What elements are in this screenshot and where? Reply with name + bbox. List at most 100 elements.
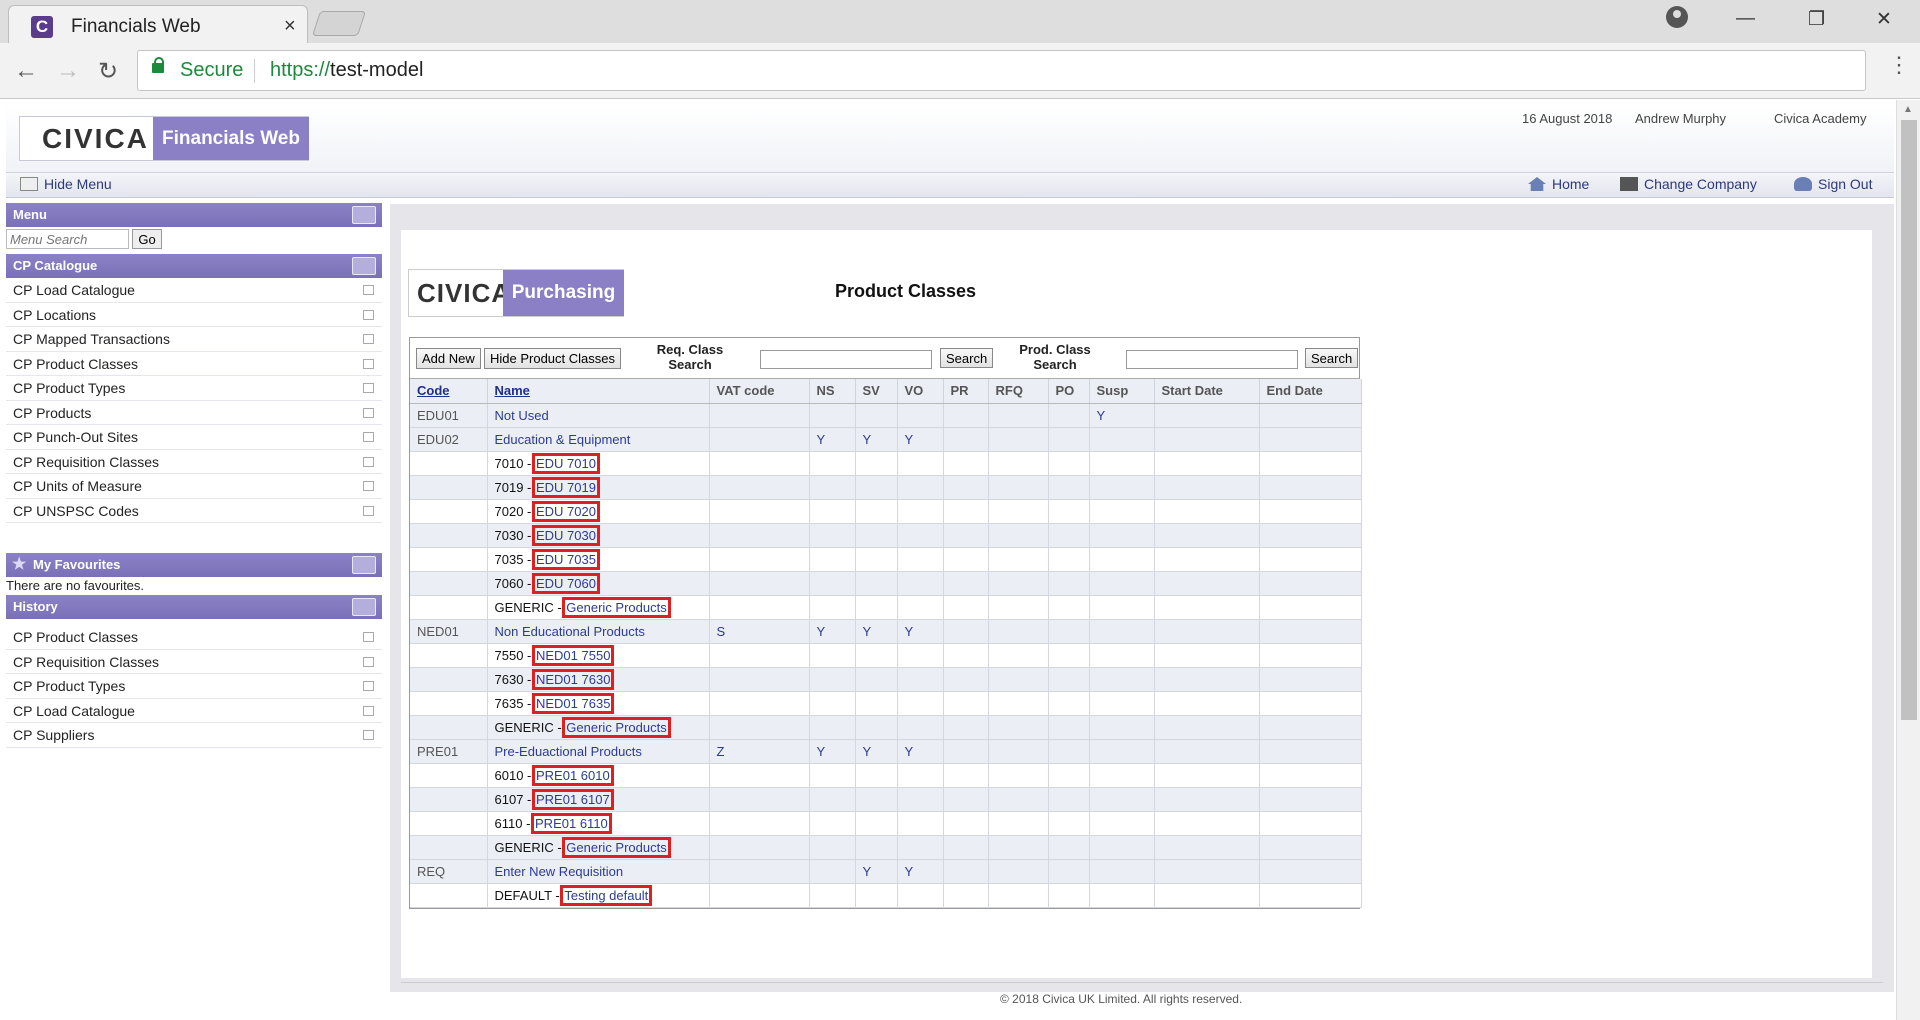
page-scrollbar[interactable]: ▲ xyxy=(1896,100,1920,1020)
product-type-link[interactable]: EDU 7035 xyxy=(531,548,600,570)
open-external-icon[interactable] xyxy=(363,334,374,344)
prod-class-search-button[interactable]: Search xyxy=(1305,348,1359,368)
product-type-link[interactable]: PRE01 6110 xyxy=(531,812,612,834)
menu-item[interactable]: CP UNSPSC Codes xyxy=(6,499,382,523)
product-type-link[interactable]: EDU 7020 xyxy=(531,500,600,522)
class-name-link[interactable]: Education & Equipment xyxy=(495,432,631,447)
product-type-link[interactable]: NED01 7635 xyxy=(531,692,615,714)
product-type-link[interactable]: PRE01 6010 xyxy=(531,764,614,786)
change-company-button[interactable]: Change Company xyxy=(1620,176,1757,192)
new-tab-button[interactable] xyxy=(311,11,367,36)
column-header[interactable]: Code xyxy=(410,379,488,404)
value-cell xyxy=(897,571,944,596)
class-name-link[interactable]: Enter New Requisition xyxy=(495,864,624,879)
open-external-icon[interactable] xyxy=(363,505,374,516)
menu-item[interactable]: CP Products xyxy=(6,401,382,425)
panel-toggle-icon[interactable] xyxy=(352,598,376,616)
catalogue-panel-header[interactable]: CP Catalogue xyxy=(6,254,382,278)
class-name-link[interactable]: Pre-Eduactional Products xyxy=(495,744,642,759)
open-external-icon[interactable] xyxy=(363,309,374,320)
history-panel-header[interactable]: History xyxy=(6,595,382,619)
menu-item[interactable]: CP Product Classes xyxy=(6,625,382,650)
sort-link[interactable]: Name xyxy=(495,383,530,398)
sort-link[interactable]: Code xyxy=(417,383,450,398)
close-icon[interactable]: ✕ xyxy=(1876,8,1892,31)
menu-item[interactable]: CP Load Catalogue xyxy=(6,278,382,303)
open-external-icon[interactable] xyxy=(363,285,374,295)
panel-toggle-icon[interactable] xyxy=(352,206,376,224)
open-external-icon[interactable] xyxy=(363,681,374,691)
menu-dots-icon[interactable]: ⋮ xyxy=(1888,54,1910,76)
menu-search-row: Go xyxy=(6,227,382,253)
menu-item[interactable]: CP Product Types xyxy=(6,674,382,699)
class-name-link[interactable]: Non Educational Products xyxy=(495,624,645,639)
hide-product-classes-button[interactable]: Hide Product Classes xyxy=(484,348,621,369)
restore-icon[interactable]: ❐ xyxy=(1808,8,1825,31)
minimize-icon[interactable]: — xyxy=(1736,8,1755,30)
value-cell xyxy=(1089,451,1155,476)
menu-item[interactable]: CP Suppliers xyxy=(6,723,382,748)
product-type-link[interactable]: EDU 7019 xyxy=(531,476,600,498)
open-external-icon[interactable] xyxy=(363,358,374,369)
class-name-link[interactable]: Not Used xyxy=(495,408,549,423)
menu-item[interactable]: CP Mapped Transactions xyxy=(6,327,382,352)
forward-arrow-icon[interactable]: → xyxy=(56,57,80,85)
open-external-icon[interactable] xyxy=(363,383,374,393)
favourites-title: My Favourites xyxy=(33,557,121,572)
prod-class-search-input[interactable] xyxy=(1126,350,1298,369)
menu-item[interactable]: CP Requisition Classes xyxy=(6,450,382,474)
menu-item[interactable]: CP Units of Measure xyxy=(6,474,382,499)
product-type-link[interactable]: NED01 7630 xyxy=(531,668,615,690)
address-bar[interactable]: Secure https://test-model ⚲ ☆ xyxy=(137,50,1866,91)
tab-close-icon[interactable]: × xyxy=(284,15,296,38)
menu-search-input[interactable] xyxy=(6,229,129,249)
value-cell xyxy=(1048,523,1090,548)
back-arrow-icon[interactable]: ← xyxy=(14,57,38,85)
open-external-icon[interactable] xyxy=(363,656,374,667)
menu-item[interactable]: CP Product Types xyxy=(6,376,382,401)
product-type-link[interactable]: PRE01 6107 xyxy=(531,788,614,810)
value-cell xyxy=(1154,691,1260,716)
open-external-icon[interactable] xyxy=(363,456,374,467)
product-type-link[interactable]: EDU 7060 xyxy=(531,572,600,594)
sign-out-button[interactable]: Sign Out xyxy=(1794,176,1872,192)
url-text[interactable]: https://test-model xyxy=(270,59,423,82)
menu-item[interactable]: CP Punch-Out Sites xyxy=(6,425,382,450)
value-cell xyxy=(1259,595,1362,620)
product-type-link[interactable]: Generic Products xyxy=(562,836,671,858)
product-type-link[interactable]: NED01 7550 xyxy=(531,644,615,666)
url-scheme: https:// xyxy=(270,59,331,81)
open-external-icon[interactable] xyxy=(363,730,374,740)
scroll-up-icon[interactable]: ▲ xyxy=(1903,104,1913,115)
product-type-link[interactable]: Generic Products xyxy=(562,596,671,618)
menu-item[interactable]: CP Locations xyxy=(6,303,382,327)
column-header[interactable]: Name xyxy=(487,379,710,404)
product-type-link[interactable]: EDU 7030 xyxy=(531,524,600,546)
hide-menu-button[interactable]: Hide Menu xyxy=(20,176,112,192)
financials-logo: CIVICA Financials Web xyxy=(19,116,309,161)
product-type-link[interactable]: Testing default xyxy=(560,884,653,906)
open-external-icon[interactable] xyxy=(363,407,374,418)
home-button[interactable]: Home xyxy=(1528,176,1589,192)
open-external-icon[interactable] xyxy=(363,481,374,491)
req-class-search-button[interactable]: Search xyxy=(940,348,994,368)
panel-collapse-icon[interactable] xyxy=(352,257,376,275)
req-class-search-input[interactable] xyxy=(760,350,932,369)
scrollbar-thumb[interactable] xyxy=(1901,120,1917,720)
child-prefix: 6107 - xyxy=(494,791,535,807)
reload-icon[interactable]: ↻ xyxy=(98,57,118,86)
panel-toggle-icon[interactable] xyxy=(352,556,376,574)
product-type-link[interactable]: EDU 7010 xyxy=(531,452,600,474)
menu-item[interactable]: CP Requisition Classes xyxy=(6,650,382,674)
favourites-panel-header[interactable]: My Favourites ★ xyxy=(6,553,382,577)
product-type-link[interactable]: Generic Products xyxy=(562,716,671,738)
menu-item[interactable]: CP Product Classes xyxy=(6,352,382,376)
add-new-button[interactable]: Add New xyxy=(416,348,481,369)
menu-item[interactable]: CP Load Catalogue xyxy=(6,699,382,723)
open-external-icon[interactable] xyxy=(363,705,374,716)
profile-icon[interactable] xyxy=(1666,6,1688,28)
menu-go-button[interactable]: Go xyxy=(132,229,162,249)
open-external-icon[interactable] xyxy=(363,432,374,442)
open-external-icon[interactable] xyxy=(363,632,374,642)
browser-tab[interactable]: C Financials Web × xyxy=(8,5,308,43)
